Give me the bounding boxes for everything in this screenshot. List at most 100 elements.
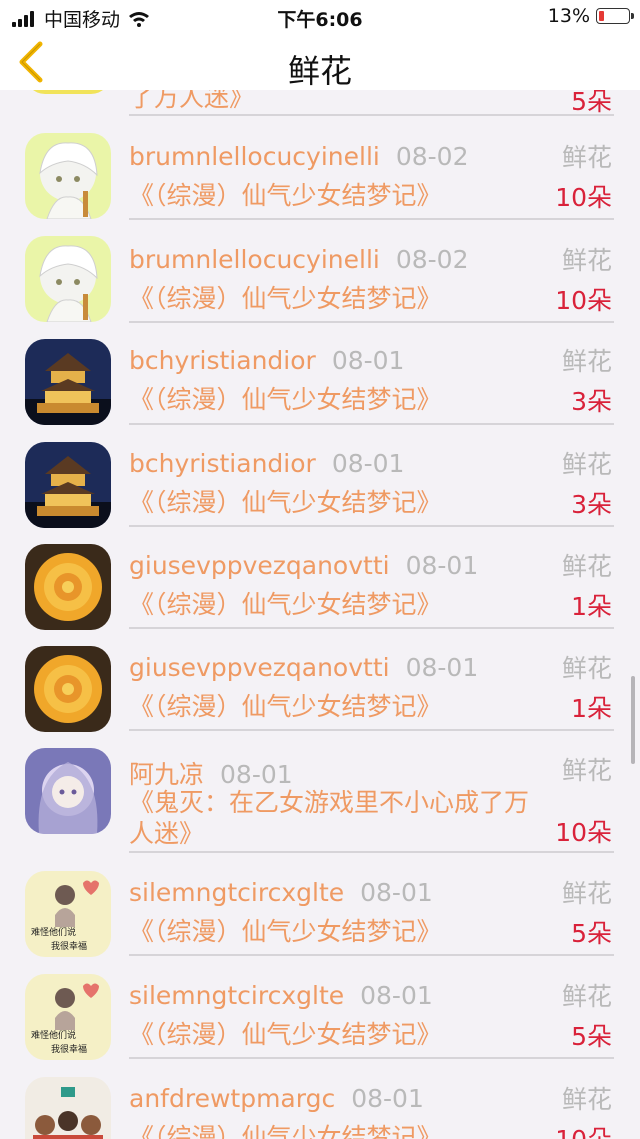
date: 08-01 — [331, 346, 405, 375]
username-text[interactable]: anfdrewtpmargc — [129, 1084, 335, 1113]
divider — [129, 851, 614, 853]
flower-label: 鲜花 — [561, 347, 612, 376]
book-title[interactable]: 《（综漫）仙气少女结梦记》 — [129, 1019, 549, 1050]
list-item[interactable]: giusevppvezqanovtti 08-01 《（综漫）仙气少女结梦记》 鲜… — [0, 643, 640, 745]
battery-level — [599, 11, 604, 21]
book-title[interactable]: 《（综漫）仙气少女结梦记》 — [129, 589, 549, 620]
scrollbar[interactable] — [631, 676, 635, 764]
username[interactable]: anfdrewtpmargc 08-01 — [129, 1084, 424, 1113]
divider — [129, 423, 614, 425]
avatar: 难怪他们说 我很幸福 — [25, 871, 111, 957]
avatar-caption-1: 难怪他们说 — [31, 926, 76, 937]
username-text[interactable]: giusevppvezqanovtti — [129, 551, 390, 580]
book-title[interactable]: 《（综漫）仙气少女结梦记》 — [129, 691, 549, 722]
date: 08-02 — [395, 245, 469, 274]
username[interactable]: silemngtcircxglte 08-01 — [129, 878, 433, 907]
book-title[interactable]: 《（综漫）仙气少女结梦记》 — [129, 180, 549, 211]
flower-count: 10朵 — [555, 1120, 612, 1139]
username-text[interactable]: bchyristiandior — [129, 449, 316, 478]
flower-count: 1朵 — [571, 694, 612, 723]
flower-count: 1朵 — [571, 592, 612, 621]
flower-count: 10朵 — [555, 183, 612, 212]
list-item[interactable]: bchyristiandior 08-01 《（综漫）仙气少女结梦记》 鲜花 3朵 — [0, 336, 640, 438]
username[interactable]: silemngtcircxglte 08-01 — [129, 981, 433, 1010]
book-title[interactable]: 《（综漫）仙气少女结梦记》 — [129, 283, 549, 314]
list-item[interactable]: bchyristiandior 08-01 《（综漫）仙气少女结梦记》 鲜花 3朵 — [0, 439, 640, 541]
avatar — [25, 236, 111, 322]
flower-count: 5朵 — [571, 1022, 612, 1051]
date: 08-01 — [220, 760, 293, 789]
flower-label: 鲜花 — [561, 756, 612, 785]
username-text[interactable]: brumnlellocucyinelli — [129, 245, 380, 274]
divider — [129, 321, 614, 323]
divider — [129, 729, 614, 731]
list-item[interactable]: 难怪他们说 我很幸福 silemngtcircxglte 08-01 《（综漫）仙… — [0, 971, 640, 1073]
book-title[interactable]: 《（综漫）仙气少女结梦记》 — [129, 916, 549, 947]
divider — [129, 954, 614, 956]
username[interactable]: brumnlellocucyinelli 08-02 — [129, 245, 469, 274]
status-right: 13% — [547, 5, 634, 27]
list-item[interactable]: brumnlellocucyinelli 08-02 《（综漫）仙气少女结梦记》 … — [0, 233, 640, 335]
divider — [129, 114, 614, 116]
divider — [129, 627, 614, 629]
list-item[interactable]: giusevppvezqanovtti 08-01 《（综漫）仙气少女结梦记》 鲜… — [0, 541, 640, 643]
username[interactable]: 阿九凉 08-01 — [129, 755, 293, 791]
flower-label: 鲜花 — [561, 654, 612, 683]
book-title[interactable]: 《（综漫）仙气少女结梦记》 — [129, 384, 549, 415]
book-title[interactable]: 《（综漫）仙气少女结梦记》 — [129, 487, 549, 518]
nav-bar: 鲜花 — [0, 34, 640, 90]
flower-count: 10朵 — [555, 818, 612, 847]
date: 08-01 — [405, 551, 479, 580]
flower-count: 10朵 — [555, 286, 612, 315]
username-text[interactable]: silemngtcircxglte — [129, 981, 344, 1010]
flower-label: 鲜花 — [561, 879, 612, 908]
username[interactable]: bchyristiandior 08-01 — [129, 449, 404, 478]
date: 08-01 — [331, 449, 405, 478]
list-item[interactable]: anfdrewtpmargc 08-01 《（综漫）仙气少女结梦记》 鲜花 10朵 — [0, 1074, 640, 1139]
date: 08-01 — [405, 653, 479, 682]
avatar — [25, 646, 111, 732]
battery-percent: 13% — [547, 5, 590, 27]
avatar: 难怪他们说 我很幸福 — [25, 974, 111, 1060]
divider — [129, 218, 614, 220]
flower-label: 鲜花 — [561, 246, 612, 275]
avatar — [25, 339, 111, 425]
avatar — [25, 1077, 111, 1139]
page-title: 鲜花 — [287, 52, 352, 90]
username[interactable]: bchyristiandior 08-01 — [129, 346, 404, 375]
list-item[interactable]: 难怪他们说 我很幸福 silemngtcircxglte 08-01 《（综漫）仙… — [0, 868, 640, 970]
avatar-caption-2: 我很幸福 — [51, 1043, 87, 1054]
list-item[interactable]: brumnlellocucyinelli 08-02 《（综漫）仙气少女结梦记》 … — [0, 130, 640, 232]
flower-count: 3朵 — [571, 387, 612, 416]
flower-label: 鲜花 — [561, 552, 612, 581]
date: 08-02 — [395, 142, 469, 171]
flower-label: 鲜花 — [561, 1085, 612, 1114]
username[interactable]: giusevppvezqanovtti 08-01 — [129, 653, 478, 682]
divider — [129, 1057, 614, 1059]
status-time: 下午6:06 — [277, 9, 363, 31]
username[interactable]: giusevppvezqanovtti 08-01 — [129, 551, 478, 580]
username-text[interactable]: bchyristiandior — [129, 346, 316, 375]
avatar-caption-2: 我很幸福 — [51, 940, 87, 951]
avatar — [25, 544, 111, 630]
book-title[interactable]: 《（综漫）仙气少女结梦记》 — [129, 1122, 549, 1139]
flower-count: 3朵 — [571, 490, 612, 519]
flower-count: 5朵 — [571, 919, 612, 948]
username[interactable]: brumnlellocucyinelli 08-02 — [129, 142, 469, 171]
divider — [129, 525, 614, 527]
avatar-caption-1: 难怪他们说 — [31, 1029, 76, 1040]
username-text[interactable]: brumnlellocucyinelli — [129, 142, 380, 171]
avatar — [25, 748, 111, 834]
flower-label: 鲜花 — [561, 450, 612, 479]
username-text[interactable]: silemngtcircxglte — [129, 878, 344, 907]
list-item[interactable]: 阿九凉 08-01 《鬼灭：在乙女游戏里不小心成了万人迷》 鲜花 10朵 — [0, 745, 640, 867]
battery-icon — [596, 8, 634, 24]
flower-label: 鲜花 — [561, 143, 612, 172]
flower-label: 鲜花 — [561, 982, 612, 1011]
username-text[interactable]: giusevppvezqanovtti — [129, 653, 390, 682]
book-title[interactable]: 《鬼灭：在乙女游戏里不小心成了万人迷》 — [129, 787, 549, 849]
avatar — [25, 442, 111, 528]
date: 08-01 — [360, 878, 433, 907]
username-text[interactable]: 阿九凉 — [129, 760, 204, 789]
date: 08-01 — [360, 981, 433, 1010]
